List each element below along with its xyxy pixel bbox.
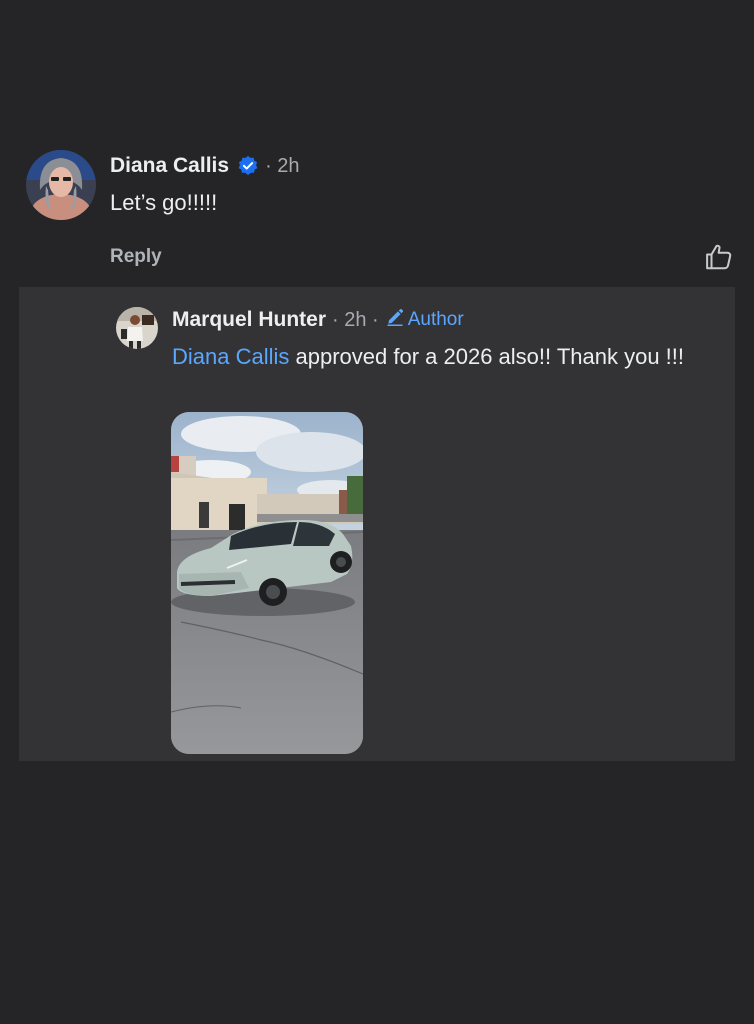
reply-body: approved for a 2026 also!! Thank you !!! (289, 344, 685, 369)
author-badge-label: Author (407, 309, 464, 330)
verified-badge-icon (237, 155, 259, 177)
thumbs-up-icon[interactable] (704, 242, 734, 272)
timestamp: · 2h (265, 154, 300, 177)
avatar[interactable] (26, 150, 96, 220)
author-name[interactable]: Diana Callis (110, 154, 229, 178)
avatar[interactable] (116, 307, 158, 349)
reply-button[interactable]: Reply (110, 246, 162, 268)
author-badge: Author (385, 307, 464, 333)
mention-link[interactable]: Diana Callis (172, 344, 289, 369)
reply-comment: Marquel Hunter · 2h · Author Diana Calli… (19, 287, 735, 761)
comment-header: Diana Callis · 2h (110, 154, 300, 178)
comment-thread: Diana Callis · 2h Let’s go!!!!! Reply Ma… (0, 0, 754, 1024)
pencil-icon (385, 307, 405, 333)
car-photo[interactable] (171, 412, 363, 754)
reply-text: Diana Callis approved for a 2026 also!! … (172, 339, 717, 374)
timestamp: · 2h · (332, 308, 379, 331)
comment-text: Let’s go!!!!! (110, 190, 218, 215)
author-name[interactable]: Marquel Hunter (172, 308, 326, 332)
reply-header: Marquel Hunter · 2h · Author (172, 307, 464, 333)
